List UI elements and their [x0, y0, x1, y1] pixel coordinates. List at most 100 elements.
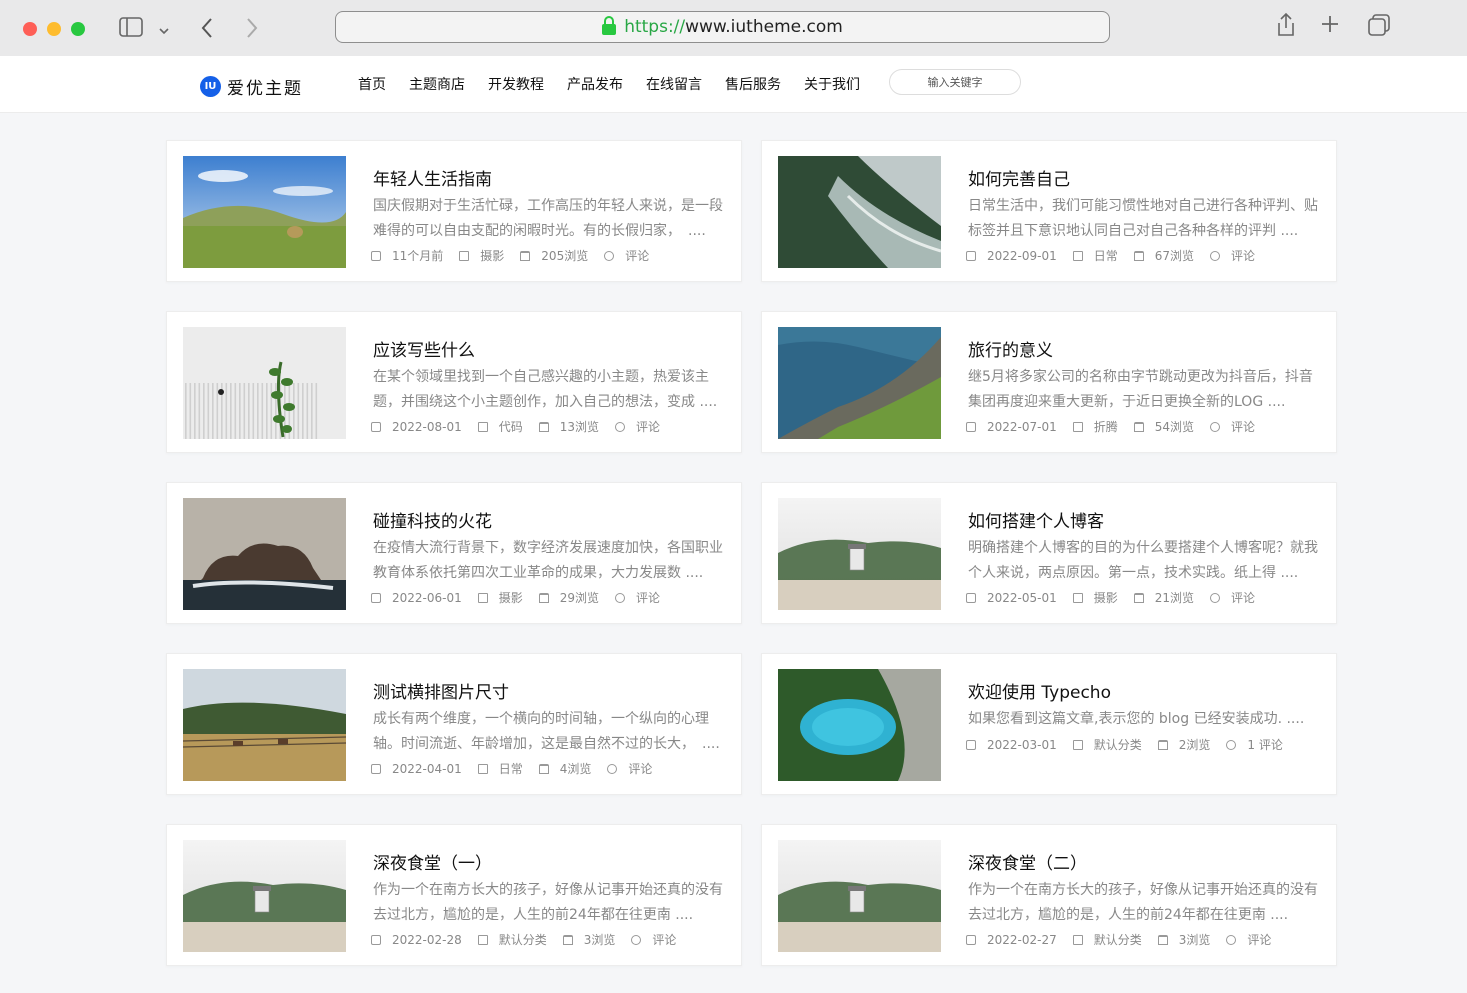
post-thumbnail[interactable] — [778, 327, 941, 439]
site-header: IU 爱优主题 首页 主题商店 开发教程 产品发布 在线留言 售后服务 关于我们… — [0, 56, 1467, 113]
post-card[interactable]: 测试横排图片尺寸 成长有两个维度，一个横向的时间轴，一个纵向的心理轴。时间流逝、… — [166, 653, 742, 795]
post-card[interactable]: 欢迎使用 Typecho 如果您看到这篇文章,表示您的 blog 已经安装成功.… — [761, 653, 1337, 795]
post-card[interactable]: 如何搭建个人博客 明确搭建个人博客的目的为什么要搭建个人博客呢？就我个人来说，两… — [761, 482, 1337, 624]
close-window-button[interactable] — [23, 22, 37, 36]
post-category[interactable]: 日常 — [1072, 247, 1118, 264]
post-thumbnail[interactable] — [183, 840, 346, 952]
post-card[interactable]: 深夜食堂（一） 作为一个在南方长大的孩子，好像从记事开始还真的没有去过北方，尴尬… — [166, 824, 742, 966]
zoom-window-button[interactable] — [71, 22, 85, 36]
post-thumbnail[interactable] — [183, 156, 346, 268]
nav-dev-tutorial[interactable]: 开发教程 — [488, 74, 544, 94]
post-category[interactable]: 默认分类 — [477, 931, 547, 948]
eye-icon — [520, 250, 531, 261]
post-date-text: 2022-09-01 — [987, 248, 1057, 263]
post-card[interactable]: 年轻人生活指南 国庆假期对于生活忙碌，工作高压的年轻人来说，是一段难得的可以自由… — [166, 140, 742, 282]
post-comments[interactable]: 1 评论 — [1226, 736, 1283, 753]
post-card[interactable]: 碰撞科技的火花 在疫情大流行背景下，数字经济发展速度加快，各国职业教育体系依托第… — [166, 482, 742, 624]
nav-after-sales[interactable]: 售后服务 — [725, 74, 781, 94]
calendar-icon — [966, 934, 976, 945]
nav-product-release[interactable]: 产品发布 — [567, 74, 623, 94]
post-comments[interactable]: 评论 — [1210, 418, 1255, 435]
post-thumbnail[interactable] — [778, 498, 941, 610]
back-icon[interactable] — [200, 17, 214, 44]
post-views: 67浏览 — [1133, 247, 1194, 264]
post-title[interactable]: 年轻人生活指南 — [373, 165, 492, 190]
post-comments[interactable]: 评论 — [1210, 589, 1255, 606]
post-date-text: 2022-04-01 — [392, 761, 462, 776]
post-thumbnail[interactable] — [183, 327, 346, 439]
post-category-text: 日常 — [1093, 249, 1118, 263]
tab-overview-icon[interactable] — [1367, 13, 1391, 42]
post-date-text: 2022-02-28 — [392, 932, 462, 947]
post-card[interactable]: 深夜食堂（二） 作为一个在南方长大的孩子，好像从记事开始还真的没有去过北方，尴尬… — [761, 824, 1337, 966]
post-views: 54浏览 — [1133, 418, 1194, 435]
post-views-text: 3浏览 — [1178, 933, 1211, 947]
post-thumbnail[interactable] — [778, 156, 941, 268]
url-host: www.iutheme.com — [685, 17, 843, 37]
post-meta: 2022-09-01 日常 67浏览 评论 — [966, 247, 1271, 264]
site-logo[interactable]: IU 爱优主题 — [200, 74, 303, 99]
forward-icon[interactable] — [245, 17, 259, 44]
post-title[interactable]: 深夜食堂（一） — [373, 849, 492, 874]
post-title[interactable]: 测试横排图片尺寸 — [373, 678, 509, 703]
post-comments-text: 评论 — [652, 933, 677, 947]
post-category[interactable]: 默认分类 — [1072, 931, 1142, 948]
nav-home[interactable]: 首页 — [358, 74, 386, 94]
post-thumbnail[interactable] — [183, 498, 346, 610]
post-thumbnail[interactable] — [778, 840, 941, 952]
post-meta: 2022-04-01 日常 4浏览 评论 — [371, 760, 668, 777]
post-category[interactable]: 折腾 — [1072, 418, 1118, 435]
post-views: 4浏览 — [538, 760, 591, 777]
post-comments[interactable]: 评论 — [607, 760, 652, 777]
calendar-icon — [371, 763, 381, 774]
post-title[interactable]: 深夜食堂（二） — [968, 849, 1087, 874]
post-comments[interactable]: 评论 — [631, 931, 676, 948]
calendar-icon — [966, 250, 976, 261]
post-thumbnail[interactable] — [778, 669, 941, 781]
post-title[interactable]: 旅行的意义 — [968, 336, 1053, 361]
share-icon[interactable] — [1275, 12, 1297, 43]
post-title[interactable]: 如何完善自己 — [968, 165, 1070, 190]
post-title[interactable]: 欢迎使用 Typecho — [968, 678, 1111, 703]
post-excerpt: 成长有两个维度，一个横向的时间轴，一个纵向的心理轴。时间流逝、年龄增加，这是最自… — [373, 711, 720, 752]
address-bar[interactable]: https://www.iutheme.com — [335, 11, 1110, 43]
post-date: 2022-03-01 — [966, 738, 1057, 752]
eye-icon — [538, 421, 549, 432]
bookmark-icon — [1072, 421, 1083, 432]
post-views-text: 205浏览 — [541, 249, 589, 263]
post-category[interactable]: 摄影 — [477, 589, 523, 606]
post-category[interactable]: 摄影 — [459, 247, 504, 264]
post-title[interactable]: 碰撞科技的火花 — [373, 507, 492, 532]
post-title[interactable]: 如何搭建个人博客 — [968, 507, 1104, 532]
search-input[interactable]: 输入关键字 — [889, 69, 1021, 95]
nav-guestbook[interactable]: 在线留言 — [646, 74, 702, 94]
post-comments[interactable]: 评论 — [1210, 247, 1255, 264]
post-thumbnail[interactable] — [183, 669, 346, 781]
post-category[interactable]: 代码 — [477, 418, 523, 435]
post-comments[interactable]: 评论 — [615, 589, 660, 606]
post-category[interactable]: 日常 — [477, 760, 523, 777]
post-date: 11个月前 — [371, 247, 443, 264]
calendar-icon — [371, 250, 381, 261]
post-category-text: 摄影 — [480, 249, 505, 263]
new-tab-icon[interactable] — [1320, 14, 1340, 39]
post-comments[interactable]: 评论 — [604, 247, 649, 264]
post-excerpt: 继5月将多家公司的名称由字节跳动更改为抖音后，抖音集团再度迎来重大更新，于近日更… — [968, 369, 1313, 410]
eye-icon — [1133, 592, 1144, 603]
post-meta: 2022-03-01 默认分类 2浏览 1 评论 — [966, 736, 1299, 753]
sidebar-toggle-icon[interactable] — [119, 17, 143, 42]
post-card[interactable]: 旅行的意义 继5月将多家公司的名称由字节跳动更改为抖音后，抖音集团再度迎来重大更… — [761, 311, 1337, 453]
post-comments[interactable]: 评论 — [615, 418, 660, 435]
nav-about[interactable]: 关于我们 — [804, 74, 860, 94]
minimize-window-button[interactable] — [47, 22, 61, 36]
chevron-down-icon[interactable] — [158, 20, 170, 42]
post-card[interactable]: 如何完善自己 日常生活中，我们可能习惯性地对自己进行各种评判、贴标签并且下意识地… — [761, 140, 1337, 282]
post-category[interactable]: 摄影 — [1072, 589, 1118, 606]
post-title[interactable]: 应该写些什么 — [373, 336, 475, 361]
post-category[interactable]: 默认分类 — [1072, 736, 1142, 753]
post-comments[interactable]: 评论 — [1226, 931, 1271, 948]
nav-theme-store[interactable]: 主题商店 — [409, 74, 465, 94]
url-scheme: https:// — [624, 17, 686, 37]
post-category-text: 默认分类 — [1093, 933, 1142, 947]
post-card[interactable]: 应该写些什么 在某个领域里找到一个自己感兴趣的小主题，热爱该主题，并围绕这个小主… — [166, 311, 742, 453]
